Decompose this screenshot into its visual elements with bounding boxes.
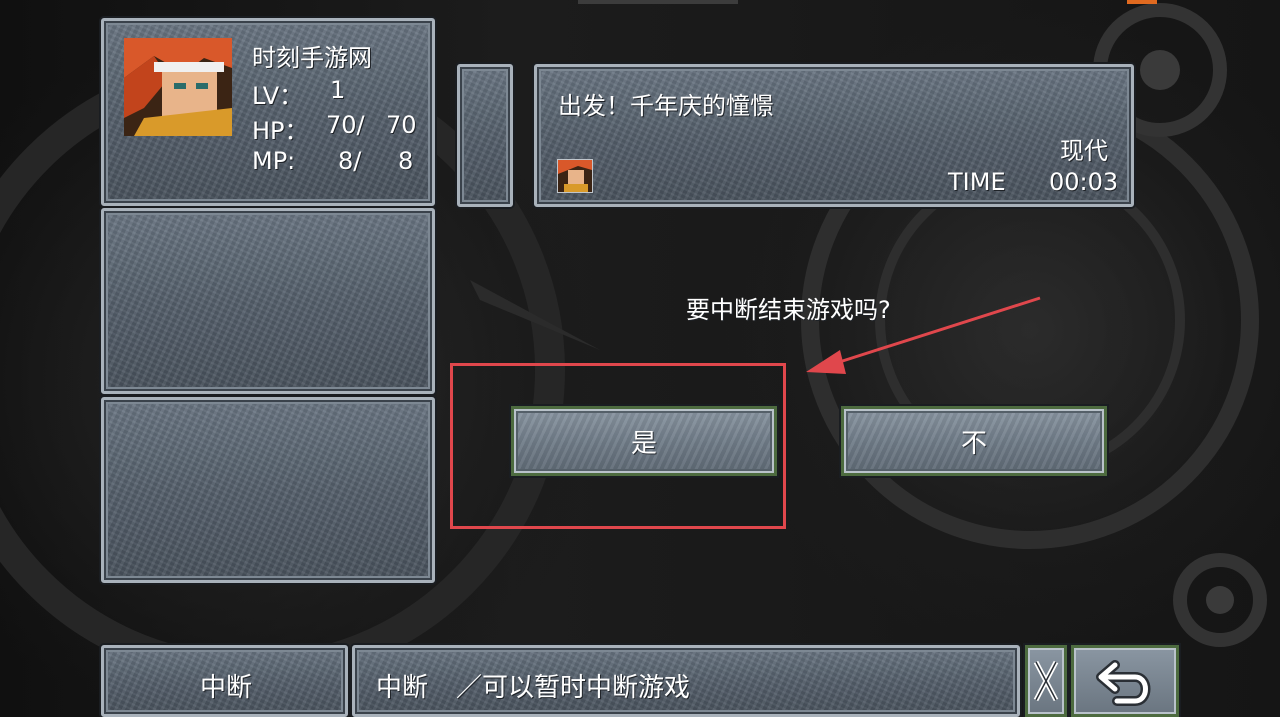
back-button[interactable] [1071,645,1179,717]
help-title: 中断 [376,673,429,703]
chapter-title: 出发！千年庆的憧憬 [558,92,774,120]
mp-label: MP: [252,147,296,175]
party-slot-2[interactable] [101,208,435,394]
x-icon [1033,660,1059,702]
lv-label: LV： [252,82,304,110]
party-member-mini-icon [557,159,593,193]
mp-value: 8/ [338,147,362,175]
character-portrait [124,38,232,136]
party-slot-3[interactable] [101,397,435,583]
return-arrow-icon [1096,660,1151,706]
mp-max: 8 [398,147,414,175]
no-button-label: 不 [960,428,987,459]
suspend-button-label: 中断 [200,673,253,703]
era-label: 现代 [1060,137,1108,165]
hp-label: HP： [252,117,309,145]
time-value: 00:03 [1049,168,1119,196]
help-text: ／可以暂时中断游戏 [456,673,691,703]
no-button[interactable]: 不 [841,406,1107,476]
close-button[interactable] [1025,645,1067,717]
hp-value: 70/ [326,111,365,139]
dialog-question: 要中断结束游戏吗? [686,296,891,324]
time-label: TIME [948,168,1006,196]
character-name: 时刻手游网 [252,44,372,72]
annotation-highlight-box [450,363,786,529]
save-slot-tab[interactable] [457,64,513,207]
hp-max: 70 [386,111,417,139]
lv-value: 1 [330,76,346,104]
